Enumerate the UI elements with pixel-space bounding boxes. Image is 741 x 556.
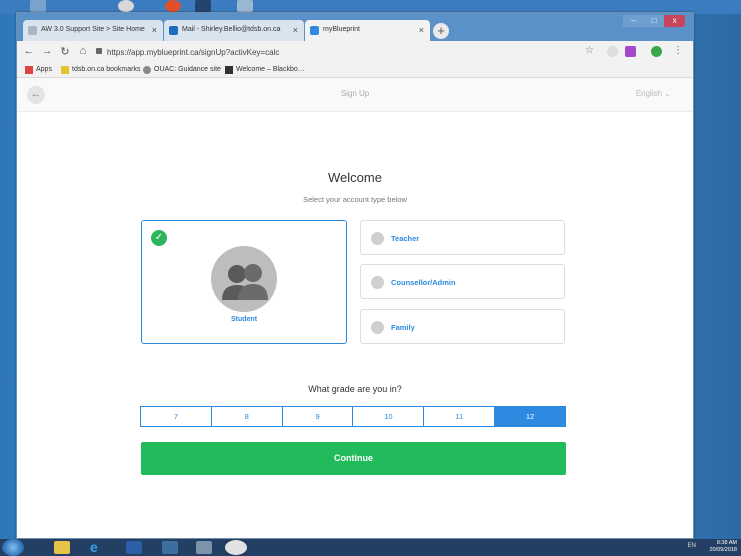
clock-time: 8:38 AM bbox=[716, 540, 737, 546]
page-header: ← Sign Up English ⌄ bbox=[17, 78, 693, 112]
chrome-icon[interactable] bbox=[225, 540, 247, 555]
bookmark-label: OUAC: Guidance site bbox=[154, 66, 221, 73]
welcome-subtitle: Select your account type below bbox=[303, 195, 407, 204]
clock[interactable]: 8:38 AM 20/09/2018 bbox=[709, 540, 737, 554]
teacher-label: Teacher bbox=[391, 234, 420, 243]
tab-myblueprint[interactable]: myBlueprint × bbox=[305, 20, 430, 41]
desktop-icon[interactable] bbox=[30, 0, 46, 12]
apps-icon[interactable] bbox=[162, 541, 178, 554]
account-type-teacher[interactable]: Teacher bbox=[360, 220, 565, 255]
check-icon: ✓ bbox=[151, 230, 167, 246]
desktop-icon[interactable] bbox=[165, 0, 181, 12]
language-label: English bbox=[635, 89, 663, 98]
house-icon bbox=[371, 321, 384, 334]
close-window-button[interactable]: x bbox=[664, 15, 685, 27]
myblueprint-icon bbox=[310, 26, 319, 35]
grade-question: What grade are you in? bbox=[308, 384, 402, 394]
bookmark-label: Apps bbox=[36, 66, 52, 73]
maximize-button[interactable]: □ bbox=[643, 15, 665, 27]
desktop-icon[interactable] bbox=[237, 0, 253, 12]
outlook-icon bbox=[169, 26, 178, 35]
grade-option[interactable]: 7 bbox=[140, 406, 212, 427]
counsellor-label: Counsellor/Admin bbox=[391, 278, 456, 287]
bookmark-label: tdsb.on.ca bookmarks bbox=[72, 66, 141, 73]
language-select[interactable]: English ⌄ bbox=[636, 89, 671, 98]
bookmark-apps[interactable]: Apps bbox=[25, 66, 52, 74]
windows-taskbar: e EN 8:38 AM 20/09/2018 bbox=[0, 539, 741, 556]
continue-button[interactable]: Continue bbox=[141, 442, 566, 475]
profile-icon[interactable] bbox=[651, 46, 662, 57]
ouac-icon bbox=[143, 66, 151, 74]
grade-selector: 7 8 9 10 11 12 bbox=[140, 406, 566, 427]
browser-window: AW 3.0 Support Site > Site Home × Mail -… bbox=[16, 12, 694, 539]
bookmark-icon bbox=[371, 276, 384, 289]
new-tab-button[interactable]: + bbox=[433, 23, 449, 39]
reload-icon[interactable]: ↻ bbox=[59, 45, 71, 58]
extension-icon[interactable] bbox=[607, 46, 618, 57]
bookmarks-bar: Apps tdsb.on.ca bookmarks OUAC: Guidance… bbox=[17, 63, 693, 78]
grade-option[interactable]: 11 bbox=[423, 406, 496, 427]
back-arrow-icon[interactable]: ← bbox=[23, 45, 35, 57]
url-input[interactable] bbox=[95, 44, 575, 60]
student-label: Student bbox=[230, 316, 258, 323]
start-button[interactable] bbox=[2, 539, 24, 556]
menu-icon[interactable]: ⋮ bbox=[673, 46, 684, 57]
minimize-button[interactable]: – bbox=[623, 15, 644, 27]
tab-label: AW 3.0 Support Site > Site Home bbox=[41, 26, 145, 33]
apps-icon bbox=[25, 66, 33, 74]
page-icon bbox=[28, 26, 37, 35]
welcome-heading: Welcome bbox=[328, 170, 382, 185]
grade-option-selected[interactable]: 12 bbox=[494, 406, 566, 427]
window-controls: – □ x bbox=[623, 15, 685, 27]
browser-titlebar: AW 3.0 Support Site > Site Home × Mail -… bbox=[17, 13, 693, 41]
forward-arrow-icon[interactable]: → bbox=[41, 45, 53, 57]
page-title: Sign Up bbox=[340, 89, 370, 98]
grade-option[interactable]: 10 bbox=[352, 406, 425, 427]
tab-label: myBlueprint bbox=[323, 26, 360, 33]
paint-icon[interactable] bbox=[196, 541, 212, 554]
tab-support-site[interactable]: AW 3.0 Support Site > Site Home × bbox=[23, 20, 163, 41]
desktop-icon[interactable] bbox=[118, 0, 134, 12]
tab-label: Mail - Shirley.Bellio@tdsb.on.ca bbox=[182, 26, 281, 33]
signup-page: ← Sign Up English ⌄ Welcome Select your … bbox=[17, 78, 693, 538]
bookmark-blackboard[interactable]: Welcome – Blackbo… bbox=[225, 66, 305, 74]
close-icon[interactable]: × bbox=[293, 25, 298, 35]
tab-mail[interactable]: Mail - Shirley.Bellio@tdsb.on.ca × bbox=[164, 20, 304, 41]
file-explorer-icon[interactable] bbox=[54, 541, 70, 554]
account-type-student[interactable]: ✓ Student bbox=[141, 220, 347, 344]
outlook-icon[interactable] bbox=[126, 541, 142, 554]
close-icon[interactable]: × bbox=[419, 25, 424, 35]
account-type-counsellor[interactable]: Counsellor/Admin bbox=[360, 264, 565, 299]
system-tray[interactable]: EN bbox=[688, 543, 696, 549]
folder-icon bbox=[61, 66, 69, 74]
grade-option[interactable]: 8 bbox=[210, 406, 283, 427]
bookmark-label: Welcome – Blackbo… bbox=[236, 66, 305, 73]
bookmark-tdsb[interactable]: tdsb.on.ca bookmarks bbox=[61, 66, 141, 74]
clock-date: 20/09/2018 bbox=[709, 547, 737, 553]
family-label: Family bbox=[391, 323, 415, 332]
grade-option[interactable]: 9 bbox=[281, 406, 354, 427]
internet-explorer-icon[interactable]: e bbox=[90, 540, 106, 554]
chevron-down-icon: ⌄ bbox=[664, 89, 671, 98]
close-icon[interactable]: × bbox=[152, 25, 157, 35]
star-icon[interactable]: ☆ bbox=[585, 46, 596, 57]
desktop-icon[interactable] bbox=[195, 0, 211, 12]
bookmark-ouac[interactable]: OUAC: Guidance site bbox=[143, 66, 221, 74]
extension-icon[interactable] bbox=[625, 46, 636, 57]
blackboard-icon bbox=[225, 66, 233, 74]
account-type-family[interactable]: Family bbox=[360, 309, 565, 344]
home-icon[interactable]: ⌂ bbox=[77, 45, 89, 57]
address-bar: ← → ↻ ⌂ ☆ ⋮ bbox=[17, 41, 693, 63]
apple-icon bbox=[371, 232, 384, 245]
student-avatar-icon bbox=[211, 246, 277, 312]
